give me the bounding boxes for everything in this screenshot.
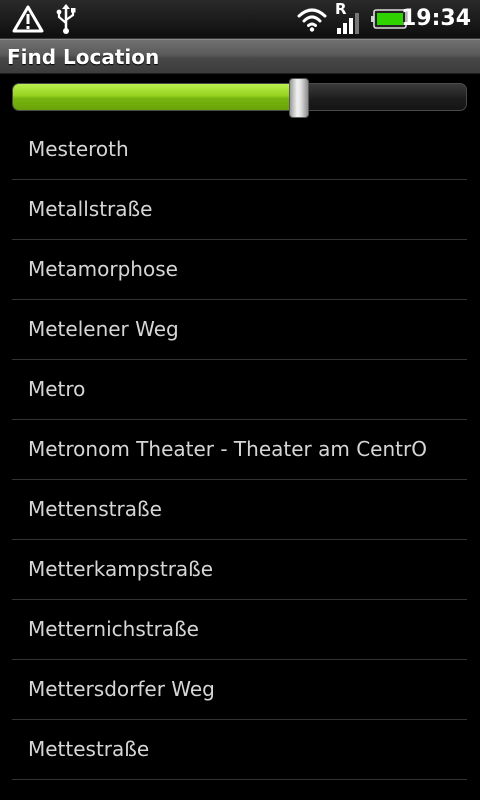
list-item-label: Metternichstraße [28, 617, 199, 641]
list-item[interactable]: Metallstraße [12, 180, 467, 240]
list-item-label: Mettenstraße [28, 497, 162, 521]
status-bar: R 19:34 [0, 0, 480, 39]
list-item-label: Metro [28, 377, 86, 401]
signal-icon [337, 13, 359, 34]
list-item-label: Metallstraße [28, 197, 153, 221]
list-item-label: Mettersdorfer Weg [28, 677, 215, 701]
list-item-label: Metterkampstraße [28, 557, 214, 581]
page-title: Find Location [7, 45, 160, 69]
list-item[interactable]: Mesteroth [12, 120, 467, 180]
list-item-label: Mettestraße [28, 737, 150, 761]
search-slider-track[interactable] [12, 83, 467, 111]
list-item-label: Metelener Weg [28, 317, 179, 341]
list-item[interactable]: Mettersdorfer Weg [12, 660, 467, 720]
list-item[interactable]: Metro [12, 360, 467, 420]
list-item[interactable]: Mettenstraße [12, 480, 467, 540]
location-list: Mesteroth Metallstraße Metamorphose Metelen… [0, 120, 480, 780]
list-item-label: Mesteroth [28, 137, 129, 161]
warning-icon [12, 5, 44, 33]
title-bar: Find Location [0, 39, 480, 74]
search-slider-fill [13, 84, 300, 110]
list-item[interactable]: Metronom Theater - Theater am CentrO [12, 420, 467, 480]
list-item[interactable]: Metamorphose [12, 240, 467, 300]
status-time: 19:34 [400, 6, 471, 31]
list-item[interactable]: Metelener Weg [12, 300, 467, 360]
list-item[interactable]: Mettestraße [12, 720, 467, 780]
list-item[interactable]: Metterkampstraße [12, 540, 467, 600]
list-item-label: Metronom Theater - Theater am CentrO [28, 437, 427, 461]
usb-icon [56, 4, 76, 34]
list-item-label: Metamorphose [28, 257, 178, 281]
list-item[interactable]: Metternichstraße [12, 600, 467, 660]
wifi-icon [297, 8, 327, 32]
search-slider-thumb[interactable] [289, 78, 309, 118]
